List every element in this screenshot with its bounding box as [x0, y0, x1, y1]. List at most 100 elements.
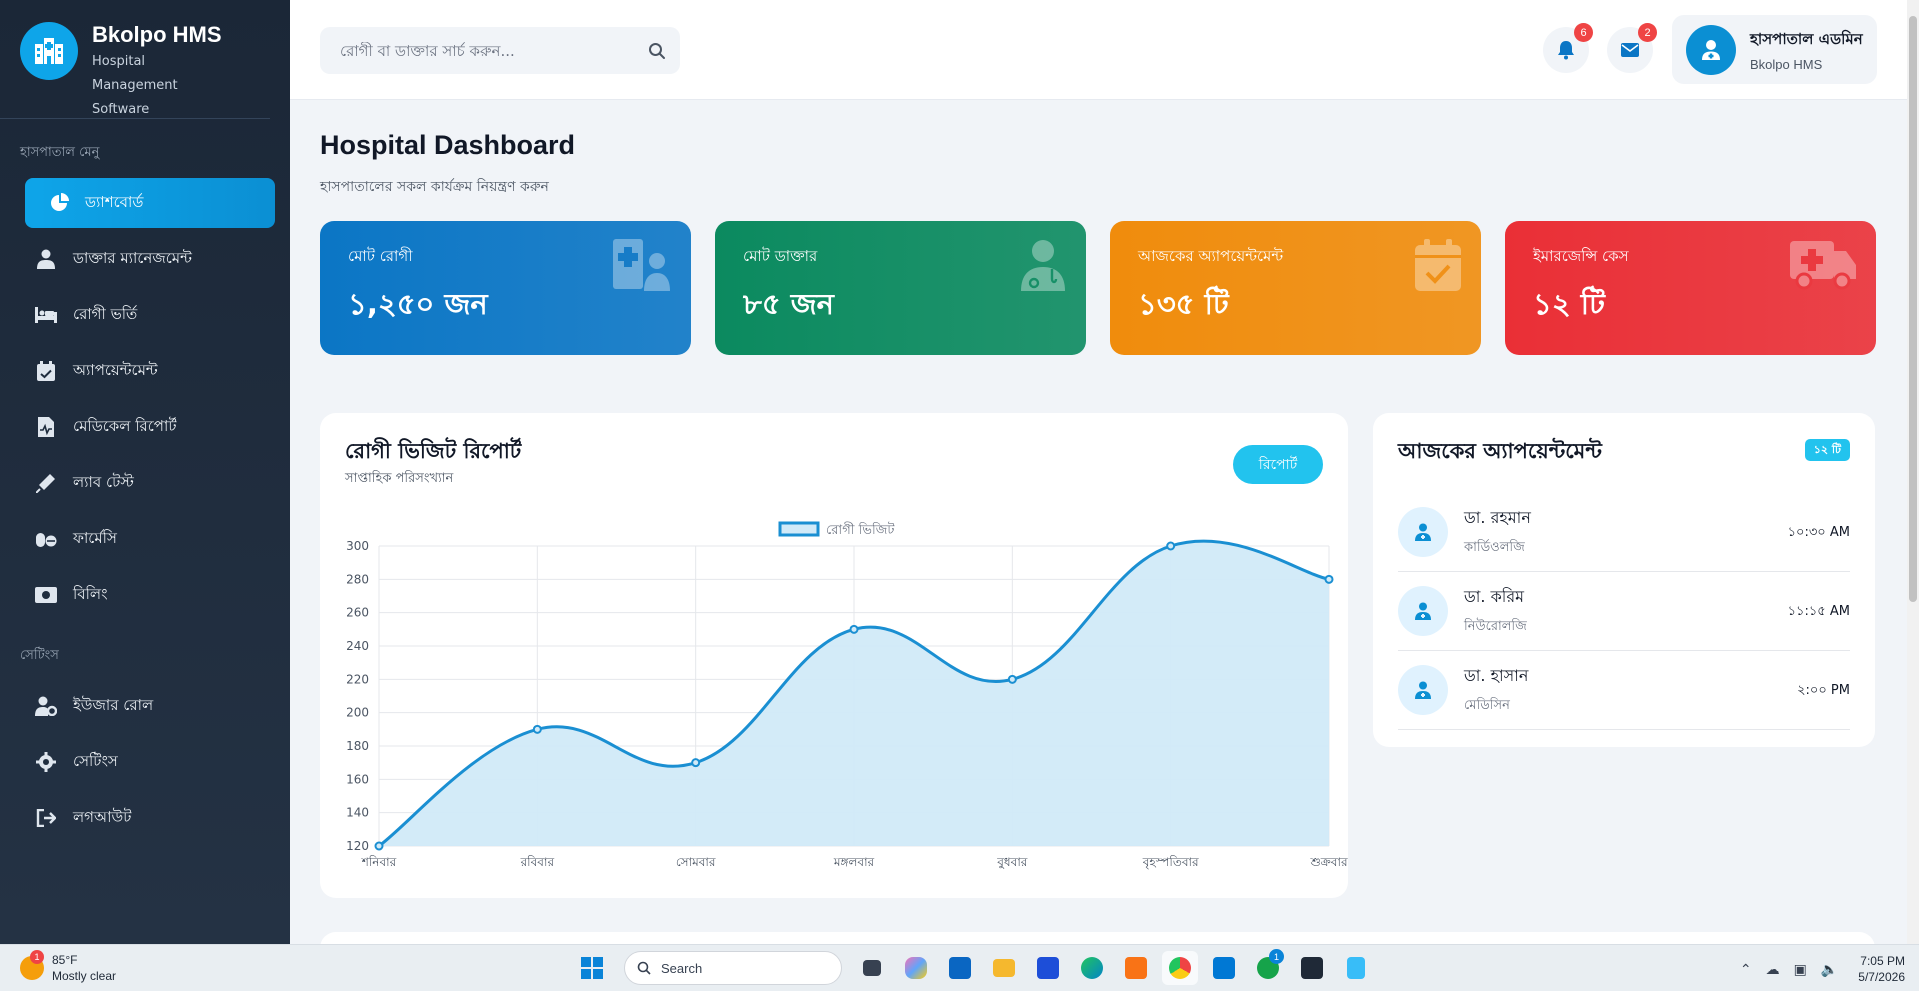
sidebar-item[interactable]: সেটিংস — [25, 737, 275, 787]
sidebar-item[interactable]: লগআউট — [25, 793, 275, 843]
stat-label: আজকের অ্যাপয়েন্টমেন্ট — [1138, 247, 1284, 265]
notifications-button[interactable]: 6 — [1543, 23, 1593, 73]
data-point — [691, 758, 701, 768]
appointment-row[interactable]: ডা. রহমান কার্ডিওলজি ১০:৩০ AM — [1398, 493, 1850, 572]
settings-title: সেটিংস — [20, 648, 59, 663]
sidebar-item-label: বিলিং — [73, 584, 108, 603]
store-icon — [1037, 957, 1059, 979]
appointment-row[interactable]: ডা. হাসান মেডিসিন ২:০০ PM — [1398, 651, 1850, 730]
pie-chart-icon — [49, 192, 71, 214]
x-tick-label: মঙ্গলবার — [833, 855, 875, 869]
sidebar-item[interactable]: ল্যাব টেস্ট — [25, 458, 275, 508]
sidebar-item[interactable]: ড্যাশবোর্ড — [25, 178, 275, 228]
brand-name: Bkolpo HMS — [92, 22, 222, 47]
y-tick-label: 240 — [346, 639, 369, 653]
weather-widget[interactable]: 1 85°F Mostly clear — [20, 950, 117, 984]
user-doctor-icon — [1415, 602, 1431, 620]
doctor-avatar — [1398, 507, 1448, 557]
stat-value: ১৩৫ টি — [1138, 287, 1229, 321]
doctor-department: কার্ডিওলজি — [1464, 540, 1525, 555]
top-header: 6 2 হাসপাতাল এডমিন Bkolpo HMS — [290, 0, 1907, 100]
logout-icon — [35, 807, 57, 829]
data-point — [374, 841, 384, 851]
stat-card-patients[interactable]: মোট রোগী ১,২৫০ জন — [320, 221, 691, 355]
sidebar: Bkolpo HMS Hospital Management Software … — [0, 0, 290, 944]
user-role: Bkolpo HMS — [1750, 56, 1823, 72]
data-point — [1324, 574, 1334, 584]
notepad-app[interactable] — [1338, 951, 1374, 985]
stat-card-appointments[interactable]: আজকের অ্যাপয়েন্টমেন্ট ১৩৫ টি — [1110, 221, 1481, 355]
chrome-icon — [1169, 957, 1191, 979]
sidebar-item-label: ইউজার রোল — [73, 695, 154, 714]
file-explorer-app[interactable] — [986, 951, 1022, 985]
menu-title: হাসপাতাল মেনু — [20, 145, 100, 160]
outlook-app[interactable] — [942, 951, 978, 985]
doctor-avatar — [1398, 586, 1448, 636]
sidebar-item[interactable]: মেডিকেল রিপোর্ট — [25, 402, 275, 452]
cloud-off-icon[interactable]: ☁ — [1766, 961, 1780, 978]
scrollbar-thumb[interactable] — [1909, 16, 1917, 602]
search-icon[interactable] — [648, 42, 666, 60]
weather-desc: Mostly clear — [52, 969, 117, 983]
doctor-department: নিউরোলজি — [1464, 619, 1527, 634]
chevron-up-icon[interactable]: ⌃ — [1740, 961, 1752, 978]
brand-subtitle: Hospital Management Software — [92, 54, 178, 117]
data-point — [532, 724, 542, 734]
money-bill-icon — [35, 584, 57, 606]
sidebar-item[interactable]: বিলিং — [25, 570, 275, 620]
sidebar-item-label: ল্যাব টেস্ট — [73, 472, 134, 491]
appointments-list: ডা. রহমান কার্ডিওলজি ১০:৩০ AM ডা. করিম নিউরো… — [1398, 493, 1850, 730]
store-app[interactable] — [1030, 951, 1066, 985]
stat-value: ৮৫ জন — [743, 287, 834, 321]
search-input[interactable] — [340, 41, 648, 60]
taskbar-clock[interactable]: 7:05 PM 5/7/2026 — [1858, 953, 1905, 985]
stat-card-doctors[interactable]: মোট ডাক্তার ৮৫ জন — [715, 221, 1086, 355]
chrome-app[interactable] — [1162, 951, 1198, 985]
sidebar-item[interactable]: রোগী ভর্তি — [25, 290, 275, 340]
sidebar-item[interactable]: ইউজার রোল — [25, 681, 275, 731]
network-icon[interactable]: ▣ — [1794, 961, 1807, 978]
sidebar-item-label: রোগী ভর্তি — [73, 304, 138, 323]
task-view-button[interactable] — [854, 951, 890, 985]
xampp-app[interactable] — [1118, 951, 1154, 985]
sidebar-item-label: ফার্মেসি — [73, 528, 117, 547]
taskbar-search[interactable]: Search — [624, 951, 842, 985]
appointment-time: ২:০০ PM — [1797, 683, 1850, 698]
x-tick-label: শুক্রবার — [1309, 855, 1348, 869]
terminal-app[interactable] — [1294, 951, 1330, 985]
syringe-icon — [35, 472, 57, 494]
terminal-icon — [1301, 957, 1323, 979]
y-tick-label: 260 — [346, 606, 369, 620]
clock-time: 7:05 PM — [1860, 954, 1905, 968]
appointment-row[interactable]: ডা. করিম নিউরোলজি ১১:১৫ AM — [1398, 572, 1850, 651]
user-profile[interactable]: হাসপাতাল এডমিন Bkolpo HMS — [1672, 15, 1877, 84]
y-tick-label: 200 — [346, 706, 369, 720]
stat-label: মোট ডাক্তার — [743, 247, 818, 265]
messages-button[interactable]: 2 — [1607, 23, 1657, 73]
user-doctor-icon — [1415, 681, 1431, 699]
start-button[interactable] — [574, 951, 610, 985]
whatsapp-app[interactable]: 1 — [1250, 949, 1286, 985]
edge-app[interactable] — [1074, 951, 1110, 985]
bell-icon — [1558, 41, 1574, 60]
volume-icon[interactable]: 🔈 — [1821, 961, 1838, 978]
stat-card-emergency[interactable]: ইমারজেন্সি কেস ১২ টি — [1505, 221, 1876, 355]
vscode-app[interactable] — [1206, 951, 1242, 985]
envelope-icon — [1621, 43, 1639, 57]
today-appointments-card: আজকের অ্যাপয়েন্টমেন্ট ১২ টি ডা. রহমান কা… — [1373, 413, 1875, 747]
windows-taskbar: 1 85°F Mostly clear Search 1 ⌃ ☁ ▣ 🔈 7:0… — [0, 944, 1919, 991]
copilot-app[interactable] — [898, 951, 934, 985]
hospital-logo-icon — [20, 22, 78, 80]
sidebar-item-label: লগআউট — [73, 807, 132, 826]
data-point — [849, 624, 859, 634]
page-scrollbar[interactable] — [1907, 0, 1919, 944]
sidebar-item[interactable]: অ্যাপয়েন্টমেন্ট — [25, 346, 275, 396]
search-box[interactable] — [320, 27, 680, 74]
x-tick-label: শনিবার — [361, 855, 397, 869]
sidebar-item[interactable]: ডাক্তার ম্যানেজমেন্ট — [25, 234, 275, 284]
x-tick-label: সোমবার — [676, 855, 716, 869]
appointments-count-badge: ১২ টি — [1804, 439, 1850, 461]
messages-badge: 2 — [1638, 23, 1657, 42]
copilot-icon — [905, 957, 927, 979]
sidebar-item[interactable]: ফার্মেসি — [25, 514, 275, 564]
